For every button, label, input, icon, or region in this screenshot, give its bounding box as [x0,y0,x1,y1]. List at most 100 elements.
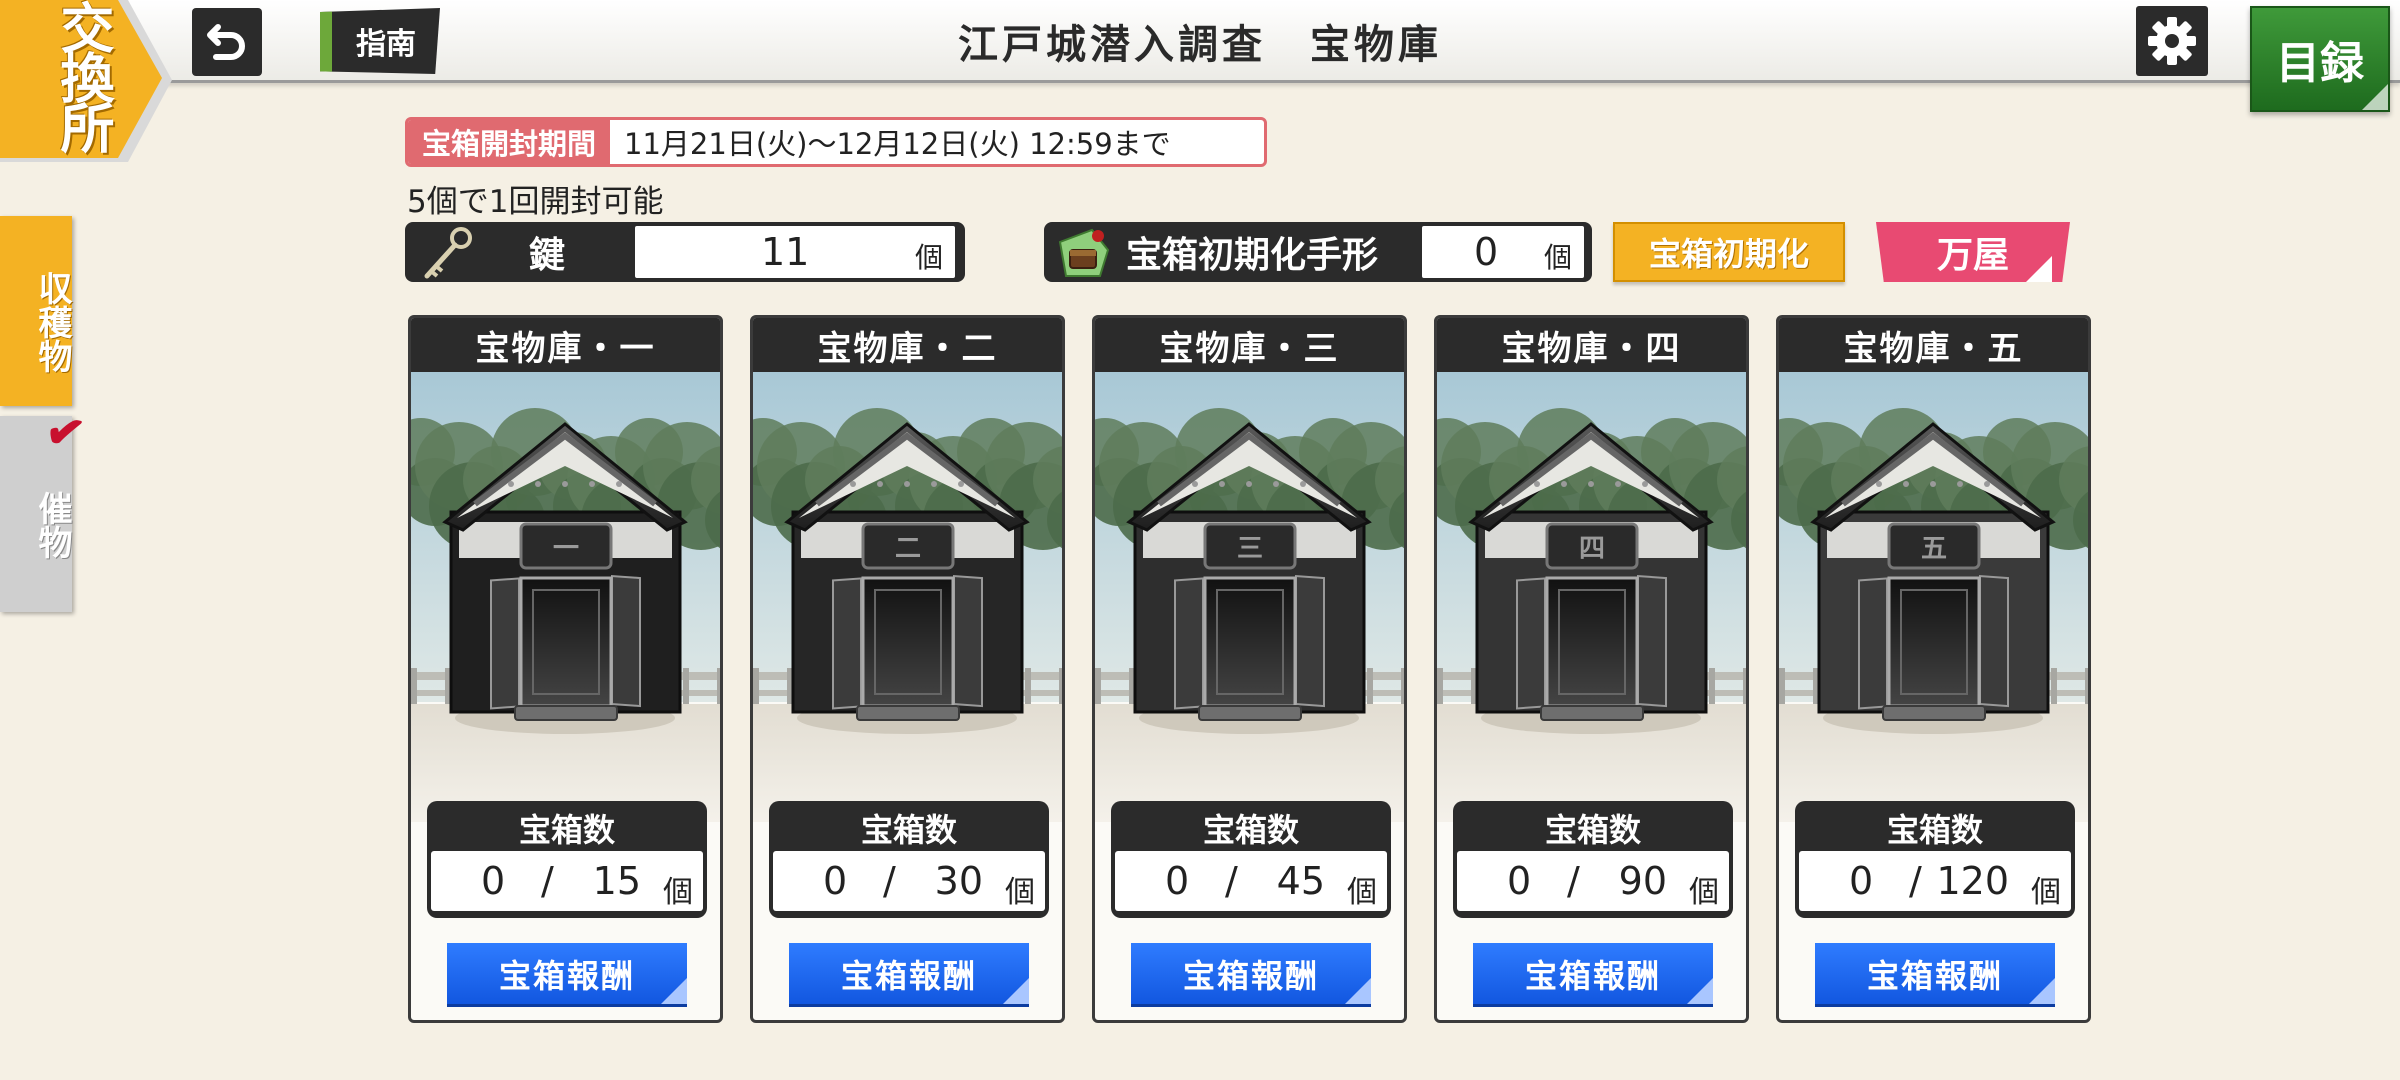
chest-reward-button[interactable]: 宝箱報酬 [1815,943,2055,1007]
chest-max: 90 [1618,859,1667,903]
chest-count-value: 0 / 120 個 [1799,851,2071,911]
reset-ticket-counter: 宝箱初期化手形 0 個 [1044,222,1592,282]
chest-slash: / [541,859,554,903]
chest-count-label: 宝箱数 [1886,811,1983,849]
chest-reward-label: 宝箱報酬 [1182,956,1319,995]
exchange-label: 交換所 [51,0,115,150]
corner-fold-icon [1345,978,1371,1004]
chest-count-label: 宝箱数 [1202,811,1299,849]
key-unit: 個 [914,241,943,274]
reset-chests-button[interactable]: 宝箱初期化 [1613,222,1845,282]
corner-fold-icon [661,978,687,1004]
vault-card-1[interactable]: 宝物庫・一 一 宝箱数 0 / 15 個 宝箱報酬 [408,315,723,1023]
chest-reward-button[interactable]: 宝箱報酬 [447,943,687,1007]
open-period-value: 11月21日(火)〜12月12日(火) 12:59まで [624,127,1171,161]
key-icon [424,227,472,279]
key-count: 11 [761,230,810,274]
back-button[interactable] [192,8,262,76]
storehouse-image: 一 [411,372,720,822]
guide-button[interactable]: 指南 [320,8,440,74]
chest-slash: / [1567,859,1580,903]
vault-title: 宝物庫・三 [1095,318,1404,372]
back-arrow-icon [207,24,245,60]
gear-icon [2148,17,2196,65]
vault-title: 宝物庫・五 [1779,318,2088,372]
svg-text:四: 四 [1579,534,1605,564]
open-note: 5個で1回開封可能 [407,184,664,220]
chest-slash: / [1909,859,1922,903]
storehouse-illustration: 五 [1779,372,2088,822]
shop-button[interactable]: 万屋 [1876,222,2070,282]
chest-max: 45 [1276,859,1325,903]
reset-ticket-label: 宝箱初期化手形 [1126,234,1379,276]
chest-unit: 個 [1689,875,1719,910]
checkmark-icon: ✔ [41,402,89,462]
svg-text:三: 三 [1237,534,1263,564]
chest-reward-label: 宝箱報酬 [1866,956,2003,995]
storehouse-image: 四 [1437,372,1746,822]
chest-unit: 個 [2031,875,2061,910]
catalog-button[interactable]: 目録 [2250,6,2390,112]
chest-current: 0 [1849,859,1874,903]
chest-count-label: 宝箱数 [518,811,615,849]
chest-count-box: 宝箱数 0 / 15 個 [427,801,707,918]
key-value-box: 11 個 [635,226,955,278]
corner-fold-icon [2029,978,2055,1004]
storehouse-illustration: 三 [1095,372,1404,822]
chest-count-value: 0 / 45 個 [1115,851,1387,911]
chest-count-label: 宝箱数 [860,811,957,849]
vault-title: 宝物庫・四 [1437,318,1746,372]
reset-ticket-value-box: 0 個 [1422,226,1584,278]
chest-reward-button[interactable]: 宝箱報酬 [1473,943,1713,1007]
chest-current: 0 [1507,859,1532,903]
corner-fold-icon [2362,84,2388,110]
storehouse-image: 二 [753,372,1062,822]
chest-max: 30 [934,859,983,903]
chest-count-value: 0 / 30 個 [773,851,1045,911]
chest-reward-label: 宝箱報酬 [498,956,635,995]
chest-reward-button[interactable]: 宝箱報酬 [1131,943,1371,1007]
chest-max: 120 [1936,859,2009,903]
storehouse-image: 三 [1095,372,1404,822]
svg-text:二: 二 [895,534,921,564]
vault-card-4[interactable]: 宝物庫・四 四 宝箱数 0 / 90 個 宝箱報酬 [1434,315,1749,1023]
open-period-label: 宝箱開封期間 [408,120,611,164]
chest-current: 0 [1165,859,1190,903]
reset-ticket-icon [1058,228,1110,277]
storehouse-image: 五 [1779,372,2088,822]
settings-button[interactable] [2136,6,2208,76]
corner-fold-icon [2026,256,2052,282]
tab-spoils[interactable]: 収穫物 [0,216,72,406]
storehouse-illustration: 二 [753,372,1062,822]
chest-count-box: 宝箱数 0 / 90 個 [1453,801,1733,918]
chest-count-value: 0 / 90 個 [1457,851,1729,911]
chest-unit: 個 [1347,875,1377,910]
chest-count-box: 宝箱数 0 / 30 個 [769,801,1049,918]
svg-text:五: 五 [1921,534,1947,564]
vault-card-3[interactable]: 宝物庫・三 三 宝箱数 0 / 45 個 宝箱報酬 [1092,315,1407,1023]
chest-current: 0 [823,859,848,903]
chest-count-value: 0 / 15 個 [431,851,703,911]
chest-count-box: 宝箱数 0 / 120 個 [1795,801,2075,918]
chest-reward-label: 宝箱報酬 [1524,956,1661,995]
vault-title: 宝物庫・二 [753,318,1062,372]
key-counter-label-area: 鍵 [409,226,635,279]
reset-ticket-label-area: 宝箱初期化手形 [1048,226,1422,278]
chest-reward-button[interactable]: 宝箱報酬 [789,943,1029,1007]
storehouse-illustration: 四 [1437,372,1746,822]
chest-reward-label: 宝箱報酬 [840,956,977,995]
chest-slash: / [883,859,896,903]
shop-label: 万屋 [1936,234,2009,276]
key-counter: 鍵 11 個 [405,222,965,282]
chest-current: 0 [481,859,506,903]
chest-count-box: 宝箱数 0 / 45 個 [1111,801,1391,918]
vault-card-2[interactable]: 宝物庫・二 二 宝箱数 0 / 30 個 宝箱報酬 [750,315,1065,1023]
chest-unit: 個 [663,875,693,910]
chest-max: 15 [592,859,641,903]
reset-ticket-unit: 個 [1543,241,1572,274]
catalog-label: 目録 [2276,38,2364,89]
corner-fold-icon [1003,978,1029,1004]
chest-slash: / [1225,859,1238,903]
chest-count-label: 宝箱数 [1544,811,1641,849]
vault-card-5[interactable]: 宝物庫・五 五 宝箱数 0 / 120 個 宝箱報酬 [1776,315,2091,1023]
